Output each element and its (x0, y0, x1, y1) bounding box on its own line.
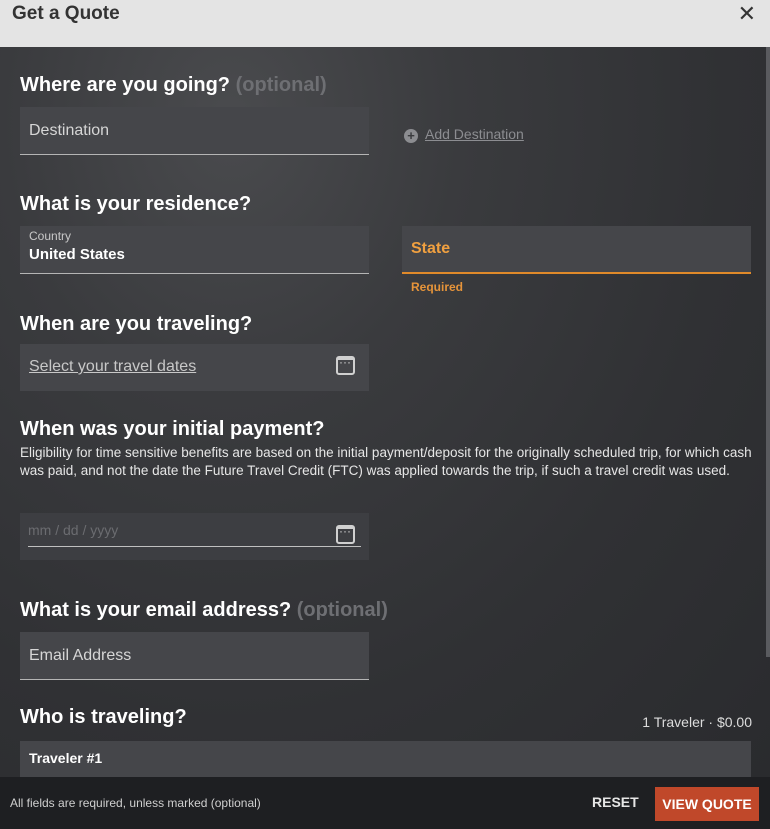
scrollbar[interactable] (766, 47, 770, 657)
email-field[interactable]: Email Address (20, 632, 369, 680)
calendar-icon[interactable] (336, 524, 355, 544)
country-label: Country (29, 229, 72, 243)
destination-field[interactable]: Destination (20, 107, 369, 155)
payment-description: Eligibility for time sensitive benefits … (20, 445, 752, 478)
state-placeholder: State (411, 240, 451, 257)
dialog-footer: All fields are required, unless marked (… (0, 777, 770, 829)
payment-heading: When was your initial payment? (20, 418, 325, 440)
dialog-header: Get a Quote ✕ (0, 0, 770, 47)
required-note: All fields are required, unless marked (… (10, 796, 261, 810)
email-heading: What is your email address? (optional) (20, 599, 388, 622)
view-quote-button[interactable]: VIEW QUOTE (655, 787, 759, 821)
travel-dates-field[interactable]: Select your travel dates (20, 344, 369, 391)
optional-tag: (optional) (235, 74, 327, 96)
country-value: United States (29, 246, 125, 263)
traveler-summary: 1 Traveler · $0.00 (642, 714, 752, 730)
date-underline (28, 546, 361, 547)
quote-form: Where are you going? (optional) Destinat… (0, 47, 770, 777)
email-heading-text: What is your email address? (20, 599, 292, 621)
plus-circle-icon: + (404, 129, 418, 143)
state-select[interactable]: State (402, 226, 751, 274)
traveler-label: Traveler #1 (29, 750, 103, 766)
close-icon[interactable]: ✕ (738, 1, 756, 27)
country-select[interactable]: Country United States (20, 226, 369, 274)
traveler-item[interactable]: Traveler #1 (20, 741, 751, 777)
reset-button[interactable]: RESET (592, 794, 639, 810)
destination-heading-text: Where are you going? (20, 74, 231, 96)
payment-date-placeholder: mm / dd / yyyy (28, 522, 119, 538)
payment-date-input[interactable]: mm / dd / yyyy (20, 513, 369, 560)
destination-placeholder: Destination (29, 122, 110, 139)
travelers-heading: Who is traveling? (20, 706, 187, 728)
calendar-icon[interactable] (336, 355, 355, 375)
destination-heading: Where are you going? (optional) (20, 74, 327, 97)
travel-dates-heading: When are you traveling? (20, 313, 253, 335)
email-placeholder: Email Address (29, 647, 132, 664)
residence-heading: What is your residence? (20, 193, 252, 215)
optional-tag: (optional) (296, 599, 388, 621)
state-required-error: Required (411, 280, 464, 294)
select-travel-dates-link[interactable]: Select your travel dates (29, 358, 196, 376)
add-destination-link[interactable]: + Add Destination (404, 126, 524, 143)
dialog-title: Get a Quote (12, 3, 120, 24)
add-destination-label: Add Destination (425, 126, 524, 142)
